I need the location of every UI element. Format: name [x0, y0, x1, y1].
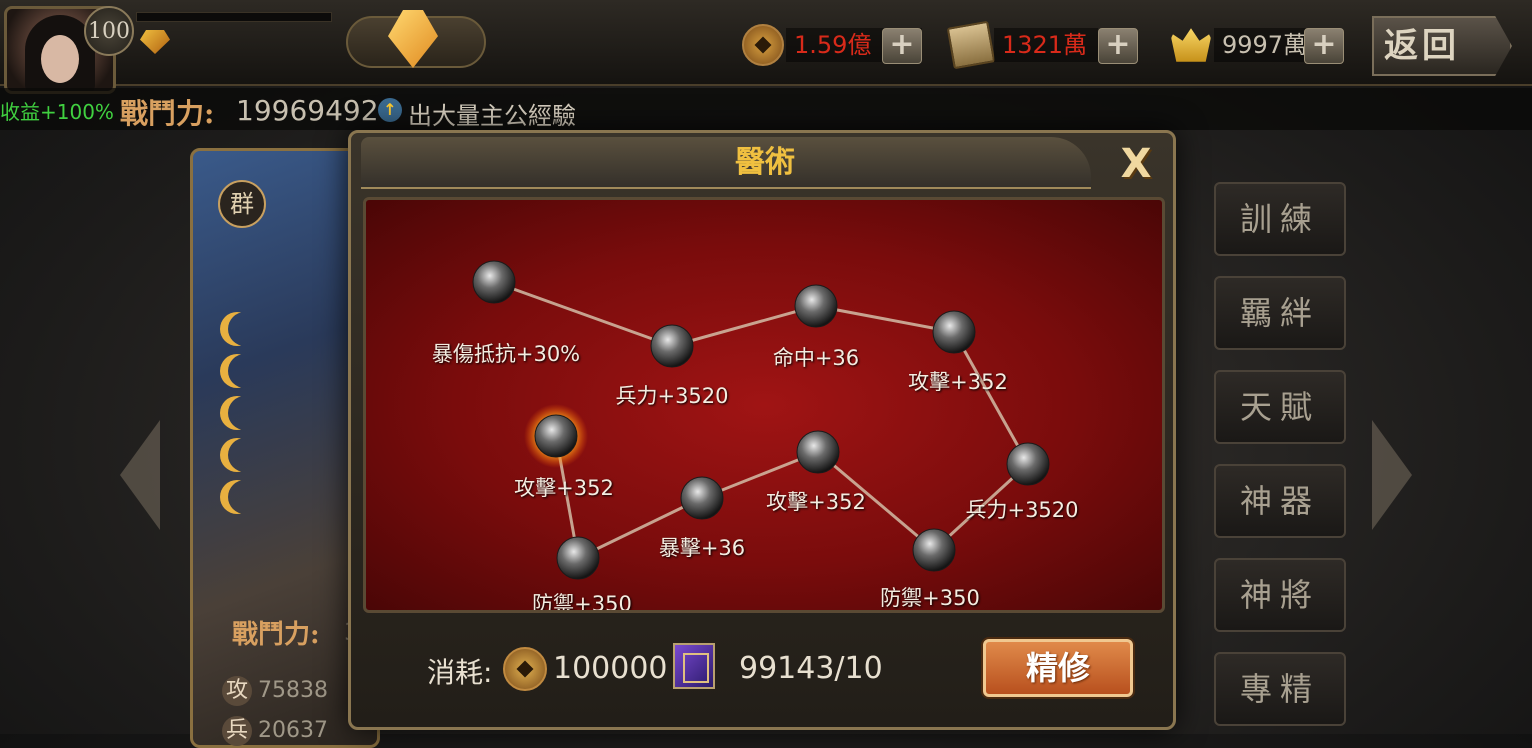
info-bar [0, 88, 1532, 130]
skill-node-n2[interactable] [650, 324, 694, 368]
stat-key: 兵 [222, 716, 252, 746]
skill-node-label: 攻擊+352 [766, 490, 866, 514]
income-bonus: 收益+100% [0, 100, 114, 124]
connection-line [952, 331, 1030, 465]
star-moon-icon [228, 396, 262, 430]
skill-node-n4[interactable] [932, 310, 976, 354]
prev-hero-arrow-icon[interactable] [120, 420, 160, 530]
constellation-graph [472, 260, 1050, 580]
book-count: 99143/10 [739, 651, 883, 686]
side-tab-divine-general[interactable]: 神將 [1214, 558, 1346, 632]
gold-value: 9997萬 [1214, 28, 1318, 62]
skill-node-label: 攻擊+352 [514, 476, 614, 500]
next-hero-arrow-icon[interactable] [1372, 420, 1412, 530]
player-power-value: 19969492 [236, 94, 379, 127]
skill-node-label: 兵力+3520 [965, 498, 1079, 522]
copper-coin-icon [503, 647, 547, 691]
hero-faction-badge: 群 [218, 180, 266, 228]
skill-node-label: 暴擊+36 [658, 536, 746, 560]
order-add-button[interactable]: + [1098, 28, 1138, 64]
treasure-button[interactable] [346, 10, 486, 68]
skill-node-n1[interactable] [472, 260, 516, 304]
skill-node-n9[interactable] [556, 536, 600, 580]
copper-add-button[interactable]: + [882, 28, 922, 64]
side-tab-mastery[interactable]: 專精 [1214, 652, 1346, 726]
dialog-title: 醫術 [735, 145, 795, 180]
back-button[interactable]: 返回 [1372, 16, 1512, 76]
skill-node-n3[interactable] [794, 284, 838, 328]
close-button[interactable]: X [1111, 141, 1161, 189]
skill-node-n6[interactable] [912, 528, 956, 572]
skill-node-label: 兵力+3520 [615, 384, 729, 408]
order-scroll-icon [946, 20, 996, 70]
arrow-up-icon: ↑ [378, 98, 402, 122]
side-tab-bond[interactable]: 羈絆 [1214, 276, 1346, 350]
player-level-badge: 100 [84, 6, 134, 56]
side-tab-talent[interactable]: 天賦 [1214, 370, 1346, 444]
stat-value: 75838 [258, 678, 328, 703]
connection-line [671, 304, 817, 348]
constellation-board: 暴傷抵抗+30% 兵力+3520 命中+36 攻擊+352 兵力+3520 防禦+350 攻… [363, 197, 1165, 613]
stat-value: 20637 [258, 718, 328, 743]
side-tab-artifact[interactable]: 神器 [1214, 464, 1346, 538]
exp-bar [136, 12, 332, 22]
cost-label: 消耗: [427, 656, 493, 689]
cost-coin-value: 100000 [553, 651, 668, 686]
medicine-dialog: 醫術 X 暴傷抵抗+30% 兵力+3520 命中+36 攻擊+352 兵力+3520 防禦… [348, 130, 1176, 730]
exp-hint-text[interactable]: 出大量主公經驗 [408, 96, 576, 131]
hero-stat-attack: 攻 75838 [222, 676, 328, 706]
skill-node-n7[interactable] [796, 430, 840, 474]
player-power-label: 戰鬥力: [120, 97, 215, 130]
hero-power-label: 戰鬥力: [232, 620, 320, 650]
copper-coin-icon [742, 24, 784, 66]
skill-node-label: 防禦+350 [880, 586, 980, 610]
side-tab-training[interactable]: 訓練 [1214, 182, 1346, 256]
skill-book-icon [673, 643, 715, 689]
star-moon-icon [228, 312, 262, 346]
gem-icon [388, 10, 438, 68]
connection-line [493, 280, 673, 348]
skill-node-n10[interactable] [534, 414, 578, 458]
skill-node-label: 命中+36 [772, 346, 860, 370]
order-value: 1321萬 [994, 28, 1098, 62]
skill-node-label: 防禦+350 [532, 592, 632, 613]
stat-key: 攻 [222, 676, 252, 706]
skill-node-n5[interactable] [1006, 442, 1050, 486]
star-moon-icon [228, 438, 262, 472]
hero-stat-troops: 兵 20637 [222, 716, 328, 746]
refine-button[interactable]: 精修 [983, 639, 1133, 697]
skill-node-n8[interactable] [680, 476, 724, 520]
skill-node-label: 攻擊+352 [908, 370, 1008, 394]
skill-node-label: 暴傷抵抗+30% [431, 342, 581, 366]
gold-add-button[interactable]: + [1304, 28, 1344, 64]
star-moon-icon [228, 354, 262, 388]
star-moon-icon [228, 480, 262, 514]
avatar-face [41, 35, 79, 83]
